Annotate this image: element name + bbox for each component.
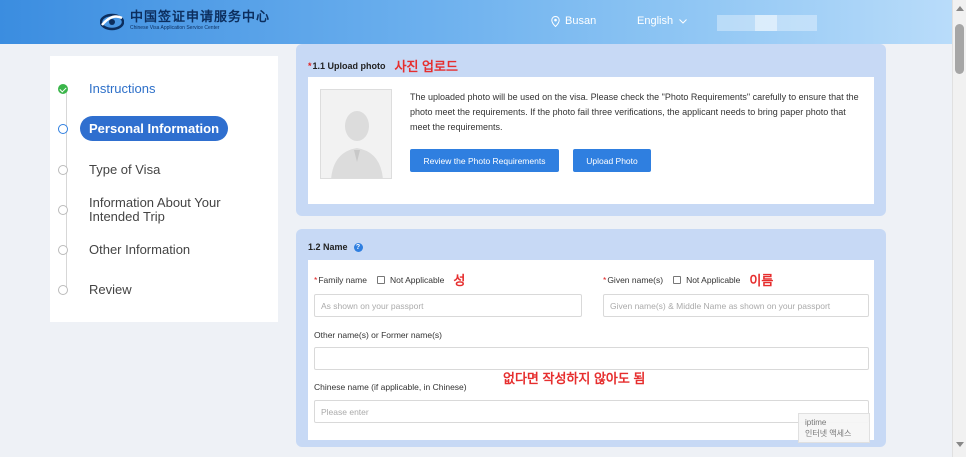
step-active-dot-icon: [58, 123, 68, 134]
step-type-of-visa[interactable]: Type of Visa: [58, 163, 160, 177]
not-applicable-label[interactable]: Not Applicable: [390, 275, 444, 285]
family-name-not-applicable-checkbox[interactable]: [376, 275, 385, 284]
step-label: Instructions: [89, 81, 156, 96]
iptime-network-popup[interactable]: iptime 인터넷 액세스: [798, 413, 870, 443]
page-scrollbar[interactable]: [952, 0, 966, 457]
step-pending-dot-icon: [58, 165, 68, 175]
other-names-label: Other name(s) or Former name(s): [314, 330, 442, 340]
step-personal-information[interactable]: Personal Information: [58, 116, 229, 141]
family-name-row: * Family name Not Applicable 성: [314, 270, 465, 289]
logo-english-name: Chinese Visa Application Service Center: [130, 24, 220, 31]
step-intended-trip[interactable]: Information About Your Intended Trip: [58, 196, 239, 224]
internet-access-label: 인터넷 액세스: [805, 429, 852, 438]
step-label: Review: [89, 282, 132, 297]
name-section-title: 1.2 Name: [308, 242, 348, 252]
family-name-label: Family name: [318, 274, 367, 285]
annotation-family-ko: 성: [453, 273, 466, 288]
upload-photo-card: The uploaded photo will be used on the v…: [308, 77, 874, 204]
location-pin-icon: [551, 15, 560, 27]
logo-swoosh-icon: [99, 9, 125, 33]
site-header: 中国签证申请服务中心 Chinese Visa Application Serv…: [0, 0, 952, 44]
step-label: Personal Information: [80, 116, 229, 141]
name-form-card: * Family name Not Applicable 성 * Given n…: [308, 260, 874, 440]
language-label: English: [637, 15, 674, 27]
step-other-information[interactable]: Other Information: [58, 243, 190, 257]
not-applicable-label[interactable]: Not Applicable: [686, 275, 740, 285]
photo-instructions-text: The uploaded photo will be used on the v…: [410, 92, 859, 132]
scroll-thumb[interactable]: [955, 24, 964, 74]
step-review[interactable]: Review: [58, 283, 132, 297]
step-label: Information About Your Intended Trip: [89, 195, 221, 224]
other-names-input[interactable]: [314, 347, 869, 370]
upload-photo-title: 1.1 Upload photo: [312, 60, 386, 71]
chevron-down-icon: [679, 18, 687, 24]
family-name-input[interactable]: As shown on your passport: [314, 294, 582, 317]
step-pending-dot-icon: [58, 285, 68, 295]
site-logo[interactable]: 中国签证申请服务中心 Chinese Visa Application Serv…: [99, 9, 271, 33]
step-label: Type of Visa: [89, 162, 161, 177]
given-name-label: Given name(s): [607, 274, 664, 285]
step-pending-dot-icon: [58, 205, 68, 215]
logo-chinese-name: 中国签证申请服务中心: [130, 9, 271, 25]
chinese-name-input[interactable]: Please enter: [314, 400, 869, 423]
annotation-upload-ko: 사진 업로드: [394, 59, 458, 74]
language-selector[interactable]: English: [637, 15, 687, 27]
given-name-input[interactable]: Given name(s) & Middle Name as shown on …: [603, 294, 869, 317]
section-title: 1.2 Name ?: [308, 242, 363, 252]
step-pending-dot-icon: [58, 245, 68, 255]
upload-photo-button[interactable]: Upload Photo: [573, 149, 651, 172]
required-mark: *: [603, 274, 607, 285]
required-mark: *: [308, 60, 312, 71]
required-mark: *: [314, 274, 318, 285]
location-selector[interactable]: Busan: [551, 15, 596, 27]
chinese-name-label: Chinese name (if applicable, in Chinese): [314, 382, 467, 392]
scroll-up-arrow-icon[interactable]: [956, 6, 964, 11]
section-title: * 1.1 Upload photo 사진 업로드: [308, 56, 458, 75]
given-name-not-applicable-checkbox[interactable]: [673, 275, 682, 284]
annotation-given-ko: 이름: [749, 273, 774, 288]
iptime-brand: iptime: [805, 418, 827, 427]
scroll-down-arrow-icon[interactable]: [956, 442, 964, 447]
help-icon[interactable]: ?: [353, 242, 363, 252]
step-label: Other Information: [89, 242, 191, 257]
given-name-row: * Given name(s) Not Applicable 이름: [603, 270, 773, 289]
upload-photo-section: * 1.1 Upload photo 사진 업로드 The uploaded p…: [296, 44, 886, 216]
photo-placeholder[interactable]: [320, 89, 392, 179]
annotation-optional-ko: 없다면 작성하지 않아도 됨: [503, 371, 646, 386]
step-complete-check-icon: [58, 84, 68, 94]
review-photo-requirements-button[interactable]: Review the Photo Requirements: [410, 149, 559, 172]
step-instructions[interactable]: Instructions: [58, 82, 155, 96]
person-silhouette-icon: [331, 111, 383, 178]
location-label: Busan: [565, 15, 597, 27]
user-account-area[interactable]: [717, 15, 817, 31]
